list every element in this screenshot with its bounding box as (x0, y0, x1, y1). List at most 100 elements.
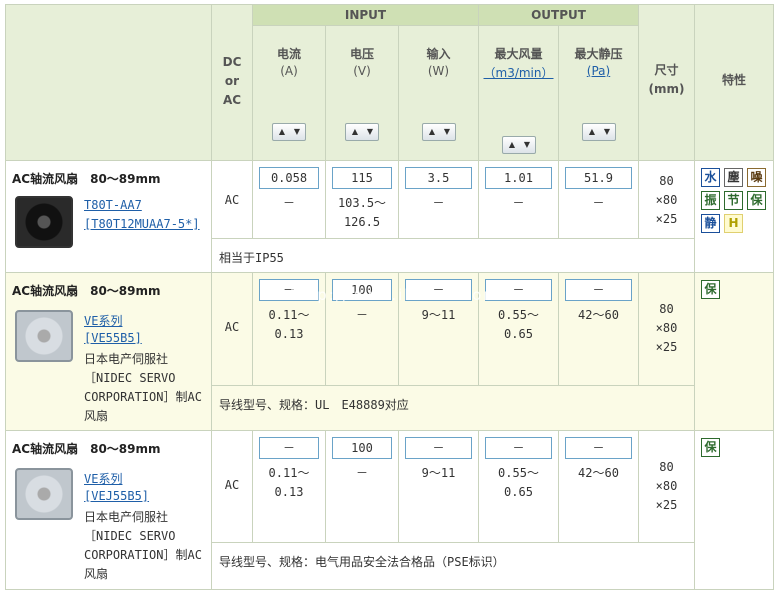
feature-badge-icon: 水 (701, 168, 720, 187)
header-output-label: OUTPUT (531, 8, 586, 22)
header-input-label: INPUT (344, 8, 387, 22)
spec-value-input[interactable]: 51.9 (565, 167, 632, 189)
feature-badge-icon: 保 (701, 280, 720, 299)
spec-value-input[interactable]: － (485, 437, 552, 459)
product-description: 风扇 (84, 409, 109, 423)
spec-range-text: 0.13 (274, 485, 304, 499)
size-text: 80 (659, 460, 674, 474)
spec-value-input[interactable]: 100 (332, 437, 392, 459)
sort-descending-icon[interactable]: ▼ (600, 127, 614, 137)
product-title: AC轴流风扇 80～89mm (12, 442, 161, 456)
feature-badge-icon: 节 (724, 191, 743, 210)
product-description: CORPORATION］制AC (84, 548, 202, 562)
spec-range-text: 0.11～ (268, 308, 310, 322)
product-link[interactable]: VE系列 (84, 312, 122, 329)
spec-range-text: 103.5～ (337, 196, 387, 210)
fan-dark-icon (15, 196, 73, 248)
size-text: ×25 (655, 498, 678, 512)
sort-ascending-icon[interactable]: ▲ (505, 140, 519, 150)
size-text: 80 (659, 302, 674, 316)
sort-ascending-icon[interactable]: ▲ (348, 127, 362, 137)
spec-value-input[interactable]: － (259, 437, 319, 459)
sort-descending-icon[interactable]: ▼ (290, 127, 304, 137)
sort-descending-icon[interactable]: ▼ (363, 127, 377, 137)
sort-control[interactable]: ▲ ▼ (345, 123, 379, 141)
spec-range-text: － (355, 308, 368, 322)
spec-range-text: 126.5 (343, 215, 381, 229)
sort-ascending-icon[interactable]: ▲ (585, 127, 599, 137)
feature-badge-icon: 噪 (747, 168, 766, 187)
spec-value-input[interactable]: － (565, 279, 632, 301)
spec-range-text: － (282, 196, 295, 210)
spec-range-text: 42～60 (578, 308, 619, 322)
product-title: AC轴流风扇 80～89mm (12, 284, 161, 298)
spec-range-text: 0.11～ (268, 466, 310, 480)
feature-badge-icon: 保 (701, 438, 720, 457)
product-description: 日本电产伺服社 (84, 510, 169, 524)
size-text: ×25 (655, 212, 678, 226)
spec-range-text: 0.65 (504, 327, 533, 341)
header-dcac-label: AC (222, 93, 242, 107)
header-column-unit: (W) (427, 64, 450, 78)
feature-badge-icon: 塵 (724, 168, 743, 187)
spec-value-input[interactable]: － (565, 437, 632, 459)
spec-range-text: － (512, 196, 525, 210)
feature-badge-icon: 振 (701, 191, 720, 210)
product-note: 导线型号、规格：电气用品安全法合格品（PSE标识） (219, 555, 505, 569)
spec-value-input[interactable]: － (405, 437, 472, 459)
dcac-value: AC (224, 193, 240, 207)
size-text: 80 (659, 174, 674, 188)
sort-control[interactable]: ▲ ▼ (272, 123, 306, 141)
dcac-value: AC (224, 320, 240, 334)
header-column-unit[interactable]: （m3/min） (478, 64, 559, 81)
header-column-unit[interactable]: (Pa) (558, 64, 639, 78)
product-link[interactable]: [VEJ55B5] (84, 489, 149, 503)
product-link[interactable]: VE系列 (84, 470, 122, 487)
header-column-unit: (A) (280, 64, 298, 78)
header-feature-label: 特性 (721, 73, 746, 87)
product-link[interactable]: T80T-AA7 (84, 198, 142, 212)
size-text: ×80 (655, 193, 678, 207)
header-column-label: 电流 (276, 47, 301, 61)
size-text: ×80 (655, 479, 678, 493)
size-text: ×25 (655, 340, 678, 354)
header-column-label: 电压 (349, 47, 374, 61)
spec-value-input[interactable]: 1.01 (485, 167, 552, 189)
product-description: ［NIDEC SERVO (84, 529, 176, 543)
header-blank-cell (5, 4, 212, 161)
spec-range-text: 0.55～ (498, 308, 539, 322)
fan-light-icon (15, 468, 73, 520)
watermark-text: http://www.ikmall.com (290, 286, 500, 304)
product-title: AC轴流风扇 80～89mm (12, 172, 161, 186)
header-column-label: 输入 (426, 47, 451, 61)
header-dcac-label: or (224, 74, 240, 88)
product-link[interactable]: [VE55B5] (84, 331, 142, 345)
product-link[interactable]: [T80T12MUAA7-5*] (84, 217, 200, 231)
spec-range-text: 9～11 (421, 466, 456, 480)
spec-range-text: 0.55～ (498, 466, 539, 480)
product-description: 日本电产伺服社 (84, 352, 169, 366)
sort-descending-icon[interactable]: ▼ (440, 127, 454, 137)
spec-range-text: － (355, 466, 368, 480)
spec-value-input[interactable]: 3.5 (405, 167, 472, 189)
sort-ascending-icon[interactable]: ▲ (425, 127, 439, 137)
header-size-label: 尺寸 (654, 63, 679, 77)
header-size-unit: (mm) (648, 82, 685, 96)
spec-value-input[interactable]: 0.058 (259, 167, 319, 189)
header-dcac-label: DC (222, 55, 242, 69)
sort-control[interactable]: ▲ ▼ (422, 123, 456, 141)
sort-control[interactable]: ▲ ▼ (502, 136, 536, 154)
sort-control[interactable]: ▲ ▼ (582, 123, 616, 141)
sort-ascending-icon[interactable]: ▲ (275, 127, 289, 137)
sort-descending-icon[interactable]: ▼ (520, 140, 534, 150)
product-description: ［NIDEC SERVO (84, 371, 176, 385)
spec-range-text: 9～11 (421, 308, 456, 322)
header-column-label: 最大静压 (574, 47, 623, 61)
product-description: CORPORATION］制AC (84, 390, 202, 404)
spec-range-text: － (432, 196, 445, 210)
spec-range-text: 0.65 (504, 485, 533, 499)
spec-value-input[interactable]: 115 (332, 167, 392, 189)
feature-badge-icon: 静 (701, 214, 720, 233)
dcac-value: AC (224, 478, 240, 492)
feature-badge-icon: 保 (747, 191, 766, 210)
